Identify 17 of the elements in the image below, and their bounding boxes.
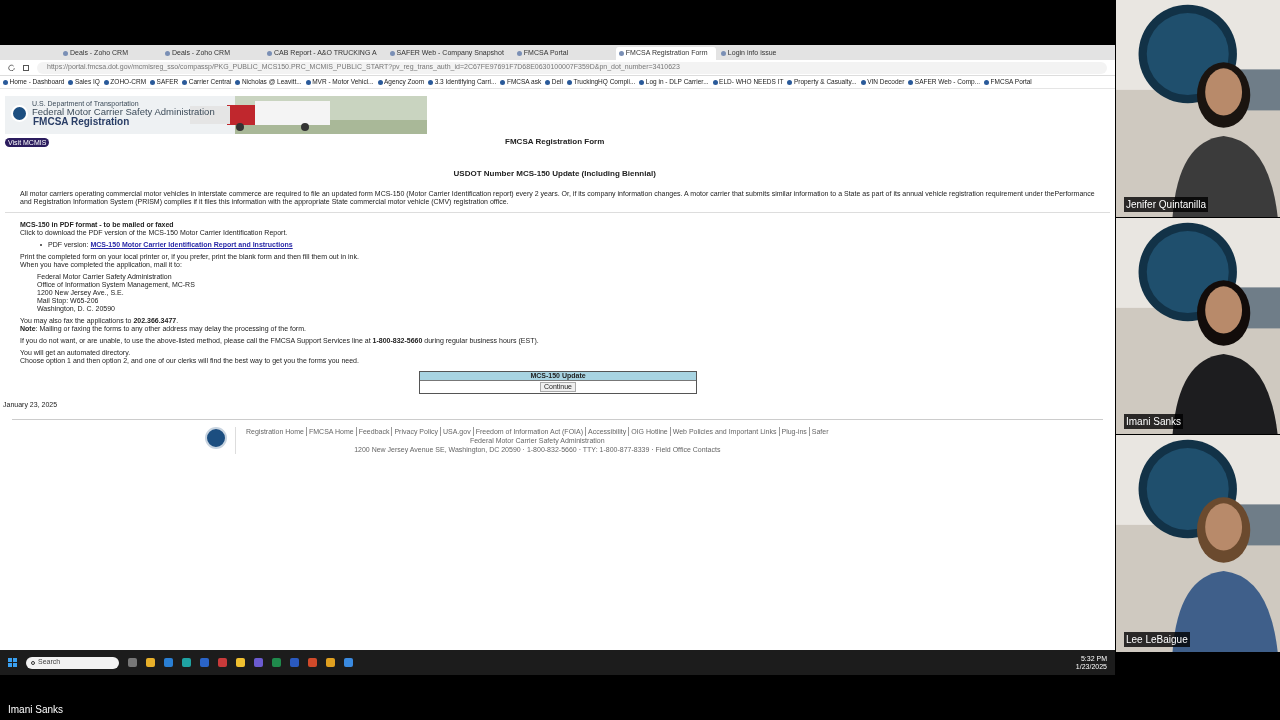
refresh-icon[interactable] xyxy=(8,64,15,71)
agency-name: Federal Motor Carrier Safety Administration xyxy=(32,107,215,118)
tab-icon xyxy=(267,51,272,56)
tab-icon xyxy=(63,51,68,56)
participant-name: Lee LeBaigue xyxy=(1124,632,1190,647)
presenter-name: Imani Sanks xyxy=(8,703,64,717)
tab-icon xyxy=(389,51,395,56)
site-title: FMCSA Registration xyxy=(32,117,130,128)
form-subtitle: USDOT Number MCS-150 Update (Including Biennial) xyxy=(453,168,656,180)
participant-name: Imani Sanks xyxy=(1124,414,1184,430)
tab-icon xyxy=(516,51,522,56)
form-title: FMCSA Registration Form xyxy=(505,136,605,148)
tab-icon xyxy=(720,51,726,56)
tab-icon xyxy=(165,51,170,56)
windows-start-icon[interactable] xyxy=(8,658,17,667)
dot-logo-icon xyxy=(205,426,227,449)
tab-icon xyxy=(618,51,624,56)
